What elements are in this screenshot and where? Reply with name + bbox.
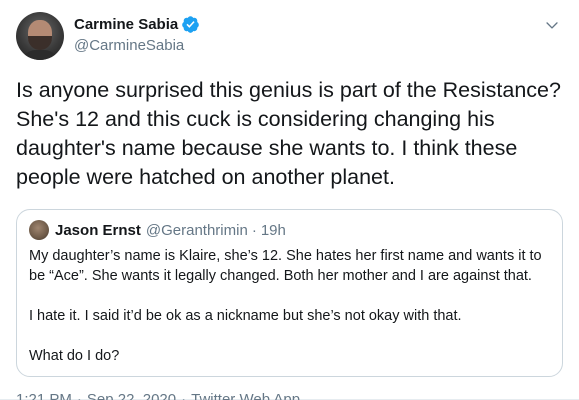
quoted-paragraph: My daughter’s name is Klaire, she’s 12. …: [29, 248, 542, 284]
tweet-time[interactable]: 1:21 PM: [16, 391, 72, 400]
quoted-author-avatar: [29, 220, 49, 240]
author-names: Carmine Sabia @CarmineSabia: [74, 12, 200, 54]
quoted-paragraph: What do I do?: [29, 348, 120, 364]
separator-dot: ·: [181, 391, 187, 400]
verified-badge-icon: [181, 15, 200, 34]
separator-dot: ·: [76, 391, 82, 400]
tweet-meta: 1:21 PM · Sep 22, 2020 · Twitter Web App: [16, 391, 563, 400]
quoted-tweet-header: Jason Ernst @Geranthrimin · 19h: [29, 220, 550, 240]
tweet-header: Carmine Sabia @CarmineSabia: [16, 12, 563, 62]
tweet-source[interactable]: Twitter Web App: [191, 391, 300, 400]
quoted-tweet-text: My daughter’s name is Klaire, she’s 12. …: [29, 246, 550, 366]
quoted-author-name: Jason Ernst: [55, 221, 141, 239]
author-display-name[interactable]: Carmine Sabia: [74, 16, 178, 33]
tweet-date[interactable]: Sep 22, 2020: [87, 391, 176, 400]
quoted-paragraph: I hate it. I said it’d be ok as a nickna…: [29, 308, 462, 324]
tweet: Carmine Sabia @CarmineSabia Is anyone su…: [0, 0, 579, 400]
separator-dot: ·: [251, 221, 257, 239]
tweet-text: Is anyone surprised this genius is part …: [16, 78, 561, 189]
author-avatar[interactable]: [16, 12, 64, 60]
quoted-author-handle: @Geranthrimin: [145, 221, 248, 239]
author-handle[interactable]: @CarmineSabia: [74, 37, 200, 54]
chevron-down-icon[interactable]: [541, 14, 563, 36]
quoted-time: 19h: [260, 221, 286, 239]
quoted-tweet[interactable]: Jason Ernst @Geranthrimin · 19h My daugh…: [16, 209, 563, 377]
